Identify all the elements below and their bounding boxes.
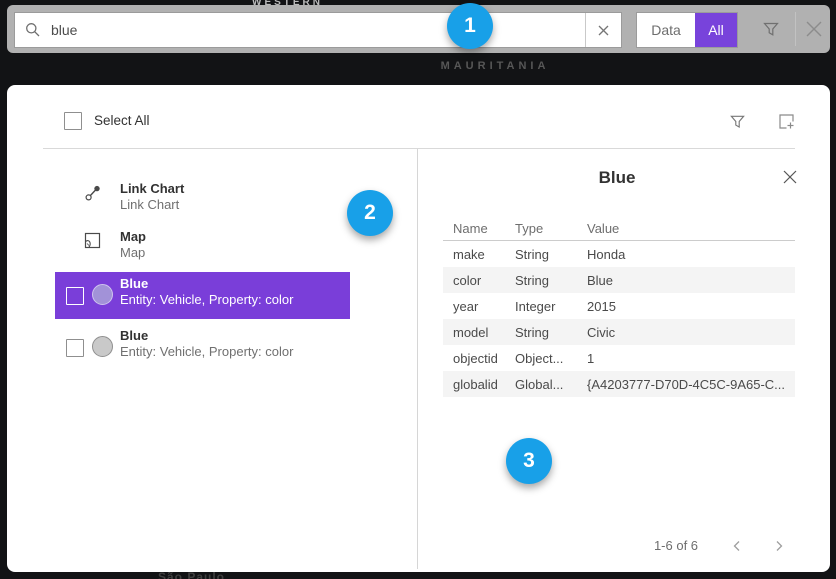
toggle-option-data[interactable]: Data xyxy=(637,13,695,47)
annotation-callout-1: 1 xyxy=(447,3,493,49)
cell-type: String xyxy=(515,273,587,288)
attribute-table: Name Type Value make String Honda color … xyxy=(443,217,795,397)
table-row: globalid Global... {A4203777-D70D-4C5C-9… xyxy=(443,371,795,397)
result-title: Map xyxy=(120,229,146,244)
entity-circle-icon xyxy=(92,336,113,357)
table-row: objectid Object... 1 xyxy=(443,345,795,371)
annotation-callout-3: 3 xyxy=(506,438,552,484)
cell-name: model xyxy=(443,325,515,340)
close-search-button[interactable] xyxy=(800,15,828,43)
cell-value: 2015 xyxy=(587,299,795,314)
cell-value: Blue xyxy=(587,273,795,288)
funnel-icon xyxy=(762,20,780,38)
table-row: year Integer 2015 xyxy=(443,293,795,319)
search-value: blue xyxy=(51,22,585,38)
select-all-label: Select All xyxy=(94,113,150,128)
entity-circle-icon xyxy=(92,284,113,305)
toggle-option-all[interactable]: All xyxy=(695,13,737,47)
cell-type: Global... xyxy=(515,377,587,392)
chevron-right-icon xyxy=(773,540,785,552)
cell-name: year xyxy=(443,299,515,314)
cell-value: Honda xyxy=(587,247,795,262)
column-header-value: Value xyxy=(587,221,795,236)
table-header-row: Name Type Value xyxy=(443,217,795,241)
cell-name: globalid xyxy=(443,377,515,392)
result-checkbox[interactable] xyxy=(66,339,84,357)
select-all-checkbox[interactable] xyxy=(64,112,82,130)
search-icon xyxy=(15,22,51,38)
pagination-prev-button[interactable] xyxy=(725,534,749,558)
cell-type: Object... xyxy=(515,351,587,366)
funnel-icon xyxy=(729,113,746,130)
data-all-toggle: Data All xyxy=(636,12,738,48)
column-header-name: Name xyxy=(443,221,515,236)
result-subtitle: Entity: Vehicle, Property: color xyxy=(120,344,293,359)
filter-button[interactable] xyxy=(757,15,785,43)
result-subtitle: Link Chart xyxy=(120,197,179,212)
search-results-panel: Select All Link Chart Link Chart Map Map xyxy=(7,85,830,572)
close-x-icon xyxy=(803,18,825,40)
list-detail-divider xyxy=(417,149,418,569)
cell-name: objectid xyxy=(443,351,515,366)
cell-value: Civic xyxy=(587,325,795,340)
column-header-type: Type xyxy=(515,221,587,236)
cell-name: make xyxy=(443,247,515,262)
result-subtitle: Entity: Vehicle, Property: color xyxy=(120,292,293,307)
chevron-left-icon xyxy=(731,540,743,552)
search-toolbar: blue Data All xyxy=(7,5,830,53)
cell-name: color xyxy=(443,273,515,288)
header-divider xyxy=(43,148,795,149)
result-title: Link Chart xyxy=(120,181,184,196)
add-selection-icon xyxy=(777,112,796,131)
result-title: Blue xyxy=(120,276,148,291)
pagination-label: 1-6 of 6 xyxy=(636,538,716,553)
result-item-blue[interactable]: Blue Entity: Vehicle, Property: color xyxy=(55,324,350,371)
link-chart-icon xyxy=(84,184,102,202)
panel-filter-button[interactable] xyxy=(725,109,749,133)
result-item-blue-selected[interactable]: Blue Entity: Vehicle, Property: color xyxy=(55,272,350,319)
table-row: make String Honda xyxy=(443,241,795,267)
cell-value: {A4203777-D70D-4C5C-9A65-C... xyxy=(587,377,795,392)
cell-type: String xyxy=(515,247,587,262)
search-input[interactable]: blue xyxy=(14,12,622,48)
clear-search-button[interactable] xyxy=(586,13,621,47)
map-icon xyxy=(84,232,102,250)
annotation-callout-2: 2 xyxy=(347,190,393,236)
detail-close-button[interactable] xyxy=(777,164,803,190)
table-row: color String Blue xyxy=(443,267,795,293)
result-checkbox[interactable] xyxy=(66,287,84,305)
cell-value: 1 xyxy=(587,351,795,366)
result-subtitle: Map xyxy=(120,245,145,260)
app-screenshot: WESTERN MAURITANIA São Paulo blue Data A… xyxy=(0,0,836,579)
table-row: model String Civic xyxy=(443,319,795,345)
result-title: Blue xyxy=(120,328,148,343)
close-x-icon xyxy=(782,169,798,185)
pagination-next-button[interactable] xyxy=(767,534,791,558)
add-selection-button[interactable] xyxy=(774,109,798,133)
cell-type: Integer xyxy=(515,299,587,314)
detail-title: Blue xyxy=(527,168,707,188)
cell-type: String xyxy=(515,325,587,340)
toolbar-divider xyxy=(795,12,796,46)
map-label-mauritania: MAURITANIA xyxy=(400,60,590,72)
